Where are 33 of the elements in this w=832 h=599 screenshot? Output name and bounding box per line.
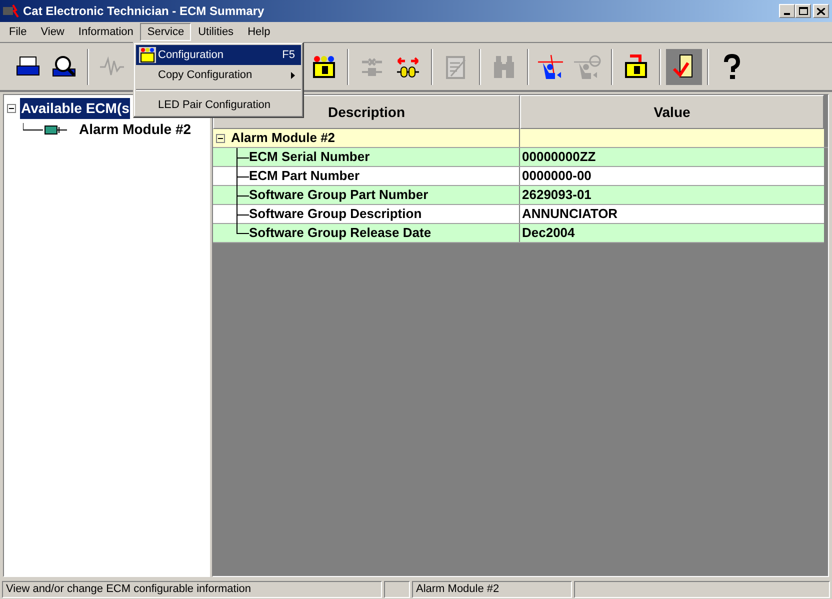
table-cell-text: 00000000ZZ xyxy=(522,148,596,166)
column-header[interactable]: Value xyxy=(520,95,824,129)
window-title: Cat Electronic Technician - ECM Summary xyxy=(23,3,266,20)
menu-option-label: Copy Configuration xyxy=(158,68,254,83)
menu-item[interactable]: Utilities xyxy=(191,23,241,41)
menu-option-label: Configuration xyxy=(158,48,224,63)
table-cell-text: Software Group Release Date xyxy=(249,224,432,242)
table-row[interactable]: Software Group Release Date Dec2004 xyxy=(213,224,824,243)
menu-item[interactable]: Information xyxy=(71,23,140,41)
table-row[interactable]: ECM Part Number 0000000-00 xyxy=(213,167,824,186)
shortcut-label: F5 xyxy=(282,48,295,63)
status-pane: Alarm Module #2 xyxy=(412,580,572,598)
table-cell-text: Software Group Description xyxy=(249,205,422,224)
table-cell-text: 0000000-00 xyxy=(522,167,592,186)
table-cell-text: Dec2004 xyxy=(522,224,575,242)
table-cell-text: 2629093-01 xyxy=(522,186,592,204)
menu-item[interactable]: View xyxy=(34,23,72,41)
table-cell-text: ECM Part Number xyxy=(249,167,360,186)
table-cell-text: ANNUNCIATOR xyxy=(522,205,618,224)
menu-option[interactable]: Configuration F5 xyxy=(136,45,301,65)
menu-item[interactable]: File xyxy=(2,23,34,41)
group-label: Alarm Module #2 xyxy=(231,129,336,148)
menu-item[interactable]: Help xyxy=(240,23,278,41)
status-pane: View and/or change ECM configurable information xyxy=(2,580,382,598)
menu-option[interactable]: Copy Configuration xyxy=(136,65,301,85)
table-row[interactable]: Software Group Part Number 2629093-01 xyxy=(213,186,824,205)
table-row[interactable]: Software Group Description ANNUNCIATOR xyxy=(213,205,824,224)
table-row[interactable]: ECM Serial Number 00000000ZZ xyxy=(213,148,824,167)
tree-item[interactable]: Alarm Module #2 xyxy=(79,119,192,140)
tree-item[interactable]: Available ECM(s xyxy=(20,98,130,119)
menu-item[interactable]: Service xyxy=(140,23,192,41)
table-cell-text: ECM Serial Number xyxy=(249,148,370,166)
table-cell-text: Software Group Part Number xyxy=(249,186,428,204)
